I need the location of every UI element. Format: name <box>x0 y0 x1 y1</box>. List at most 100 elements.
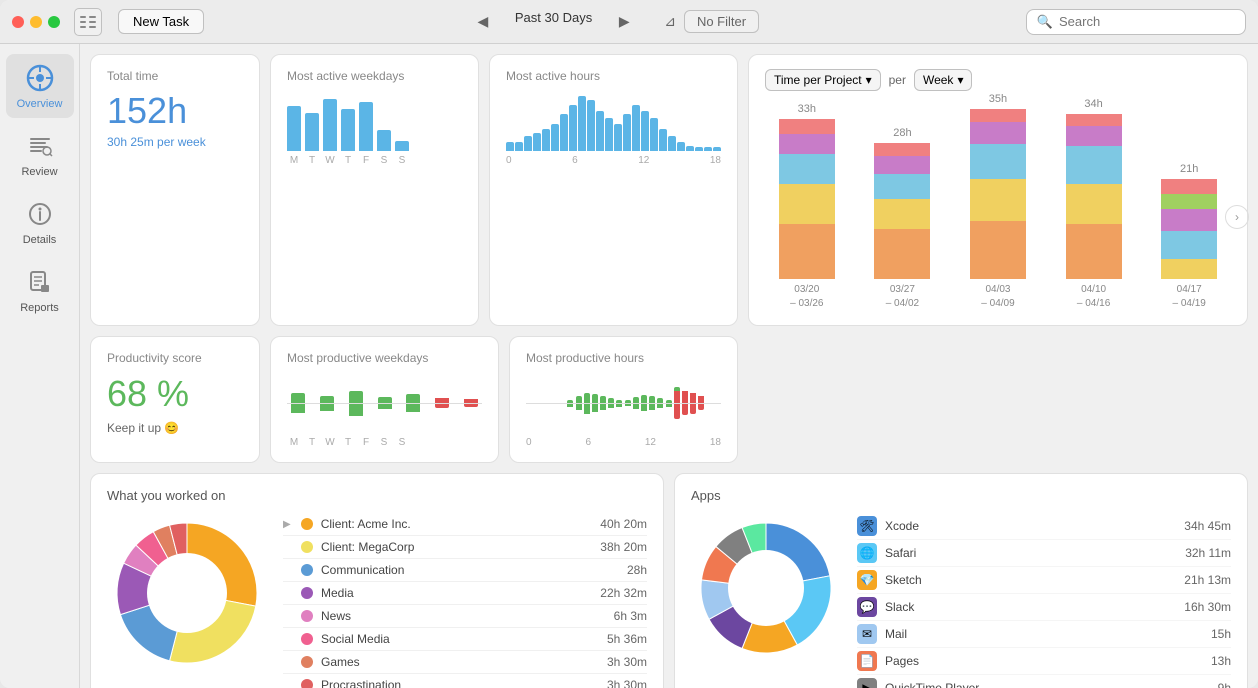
stacked-bar-stack-4 <box>1161 179 1217 279</box>
period-dropdown[interactable]: Week ▾ <box>914 69 973 91</box>
app-item-4: ✉Mail15h <box>857 621 1231 648</box>
stacked-bar-stack-2 <box>970 109 1026 279</box>
hour-bar-1 <box>515 142 523 151</box>
sidebar-item-details[interactable]: Details <box>6 190 74 254</box>
most-productive-weekdays-card: Most productive weekdays MTWTFSS <box>270 336 499 463</box>
hour-bar-4 <box>542 129 550 151</box>
titlebar: New Task ◀ Past 30 Days ▶ ⊿ No Filter 🔍 <box>0 0 1258 44</box>
bar-segment-4-1 <box>1161 231 1217 259</box>
legend-value-6: 3h 30m <box>607 655 647 669</box>
bar-segment-3-3 <box>1066 126 1122 146</box>
bar-segment-2-3 <box>970 122 1026 144</box>
sidebar: Overview Review <box>0 44 80 688</box>
stacked-col-1: 28h03/27 – 04/02 <box>861 127 945 311</box>
hours-baseline <box>526 403 721 404</box>
legend-dot-6 <box>301 656 313 668</box>
sidebar-reports-label: Reports <box>20 302 59 314</box>
sidebar-details-label: Details <box>23 234 57 246</box>
legend-value-1: 38h 20m <box>600 540 647 554</box>
legend-value-7: 3h 30m <box>607 678 647 688</box>
apps-content: 🛠Xcode34h 45m🌐Safari32h 11m💎Sketch21h 13… <box>691 513 1231 688</box>
bar-segment-3-1 <box>1066 184 1122 224</box>
legend-dot-3 <box>301 587 313 599</box>
content-area: Total time 152h 30h 25m per week Most ac… <box>80 44 1258 688</box>
search-input[interactable] <box>1059 14 1235 29</box>
prod-wd-label: S <box>377 437 391 448</box>
bar-segment-1-1 <box>874 199 930 229</box>
bar-segment-3-0 <box>1066 224 1122 279</box>
stacked-bar-stack-1 <box>874 143 930 279</box>
bar-segment-0-4 <box>779 119 835 134</box>
worked-on-donut-svg <box>107 513 267 673</box>
spacer <box>748 336 1248 463</box>
prev-period-button[interactable]: ◀ <box>471 10 495 34</box>
overview-icon <box>24 62 56 94</box>
hour-bar-17 <box>659 129 667 151</box>
apps-card: Apps 🛠Xcode34h 45m🌐Safari32h 11m💎Sket <box>674 473 1248 688</box>
new-task-button[interactable]: New Task <box>118 9 204 34</box>
app-name-0: Xcode <box>885 519 1176 533</box>
hour-bar-19 <box>677 142 685 151</box>
reports-icon <box>24 266 56 298</box>
weekday-label: S <box>377 155 391 166</box>
sidebar-toggle-button[interactable] <box>74 8 102 36</box>
legend-dot-4 <box>301 610 313 622</box>
prod-hr-red-18 <box>674 391 680 419</box>
hour-bar-3 <box>533 133 541 151</box>
sidebar-item-review[interactable]: Review <box>6 122 74 186</box>
legend-item-7: Procrastination 3h 30m <box>283 674 647 688</box>
chart-next-button[interactable]: › <box>1225 205 1249 229</box>
bar-segment-1-3 <box>874 156 930 174</box>
hour-bar-2 <box>524 136 532 151</box>
bar-segment-0-2 <box>779 154 835 184</box>
time-per-project-dropdown[interactable]: Time per Project ▾ <box>765 69 881 91</box>
app-icon-6: ▶ <box>857 678 877 688</box>
legend-name-7: Procrastination <box>321 678 599 688</box>
legend-name-1: Client: MegaCorp <box>321 540 592 554</box>
legend-value-0: 40h 20m <box>600 517 647 531</box>
weekdays-labels: MTWTFSS <box>287 155 462 166</box>
stacked-bars-container: 33h03/20 – 03/2628h03/27 – 04/0235h04/03… <box>765 101 1231 311</box>
legend-item-0: ▶Client: Acme Inc.40h 20m <box>283 513 647 536</box>
maximize-button[interactable] <box>48 16 60 28</box>
app-name-1: Safari <box>885 546 1177 560</box>
app-item-1: 🌐 Safari 32h 11m <box>857 540 1231 567</box>
close-button[interactable] <box>12 16 24 28</box>
app-item-3: 💬Slack16h 30m <box>857 594 1231 621</box>
app-name-4: Mail <box>885 627 1203 641</box>
app-icon-1: 🌐 <box>857 543 877 563</box>
app-time-1: 32h 11m <box>1185 546 1231 560</box>
legend-name-5: Social Media <box>321 632 599 646</box>
baseline <box>287 403 482 404</box>
next-period-button[interactable]: ▶ <box>612 10 636 34</box>
search-box[interactable]: 🔍 <box>1026 9 1246 35</box>
weekday-bar-3 <box>341 109 355 151</box>
details-icon <box>24 198 56 230</box>
legend-dot-5 <box>301 633 313 645</box>
productive-hours-chart <box>526 373 721 433</box>
productivity-value: 68 % <box>107 373 243 415</box>
stacked-col-label-4: 21h <box>1180 163 1198 175</box>
legend-value-4: 6h 3m <box>614 609 647 623</box>
total-time-title: Total time <box>107 69 243 83</box>
nav-arrows: ◀ Past 30 Days ▶ <box>471 10 636 34</box>
legend-name-6: Games <box>321 655 599 669</box>
legend-item-4: News6h 3m <box>283 605 647 628</box>
hour-bar-18 <box>668 136 676 151</box>
worked-on-legend: ▶Client: Acme Inc.40h 20m Client: MegaCor… <box>283 513 647 688</box>
app-icon-5: 📄 <box>857 651 877 671</box>
most-productive-weekdays-title: Most productive weekdays <box>287 351 482 365</box>
hour-bar-12 <box>614 124 622 152</box>
sidebar-item-overview[interactable]: Overview <box>6 54 74 118</box>
legend-dot-7 <box>301 679 313 688</box>
legend-item-5: Social Media5h 36m <box>283 628 647 651</box>
legend-arrow-0: ▶ <box>283 519 291 530</box>
bar-segment-1-4 <box>874 143 930 156</box>
minimize-button[interactable] <box>30 16 42 28</box>
sidebar-item-reports[interactable]: Reports <box>6 258 74 322</box>
stacked-date-4: 04/17 – 04/19 <box>1172 283 1205 311</box>
sidebar-review-label: Review <box>21 166 57 178</box>
filter-icon: ⊿ <box>664 13 676 30</box>
stats-row-2: Productivity score 68 % Keep it up 😊 Mos… <box>90 336 1248 463</box>
app-time-4: 15h <box>1211 627 1231 641</box>
